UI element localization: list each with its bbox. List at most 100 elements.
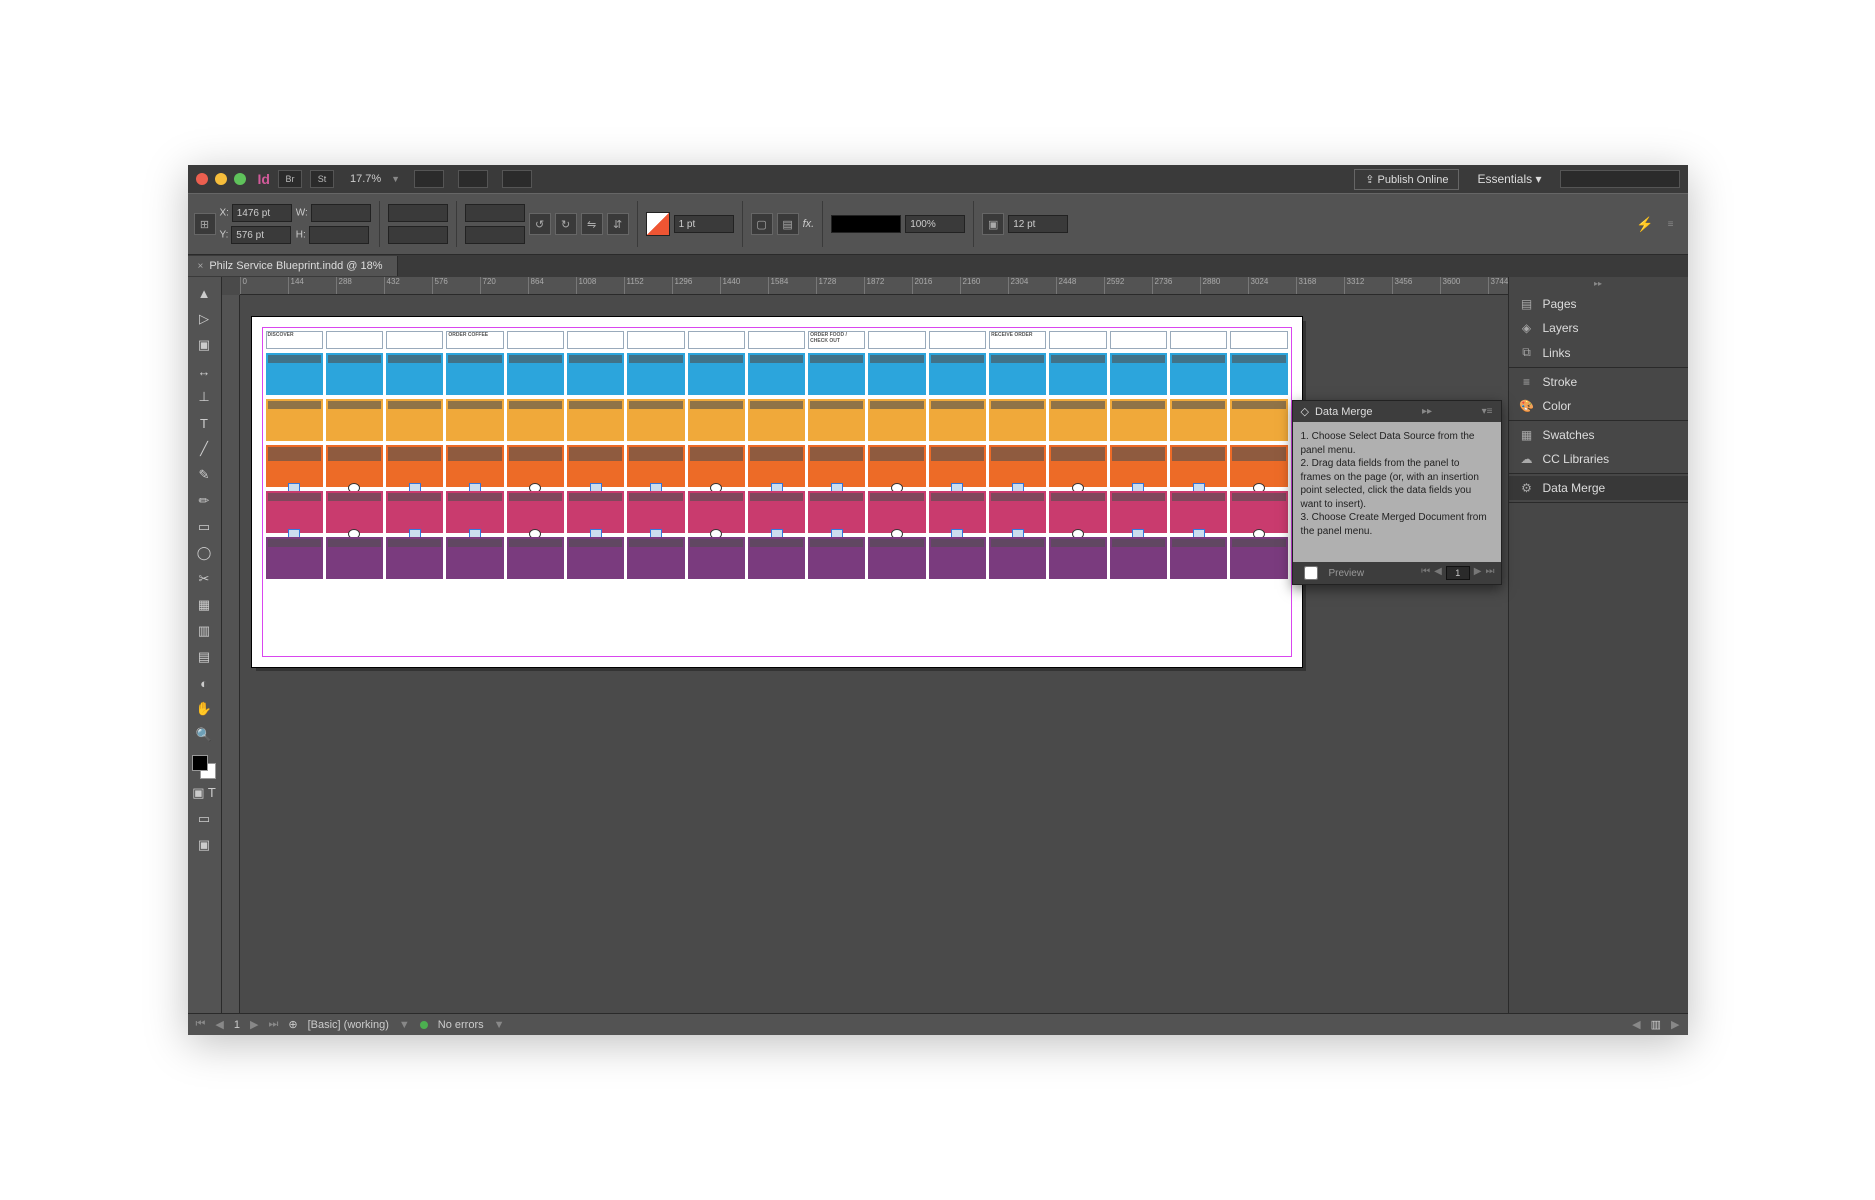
data-merge-panel[interactable]: ◇ Data Merge ▸▸ ▾≡ 1. Choose Select Data…	[1292, 400, 1502, 585]
scroll-left-icon[interactable]: ◀	[1632, 1018, 1640, 1031]
blueprint-card[interactable]	[808, 445, 865, 487]
links-panel-tab[interactable]: ⧉Links	[1509, 340, 1688, 365]
flip-v-icon[interactable]: ⇵	[607, 213, 629, 235]
page-number-input[interactable]	[1446, 566, 1470, 580]
blueprint-card[interactable]	[446, 353, 503, 395]
fill-swatch[interactable]	[646, 212, 670, 236]
scale-x-input[interactable]	[388, 204, 448, 222]
stage-header[interactable]	[868, 331, 925, 349]
blueprint-card[interactable]	[989, 445, 1046, 487]
panel-collapse-icon[interactable]: ▸▸	[1422, 406, 1432, 417]
blueprint-card[interactable]	[688, 353, 745, 395]
blueprint-card[interactable]	[627, 399, 684, 441]
blueprint-card[interactable]	[266, 399, 323, 441]
blueprint-card[interactable]	[1230, 537, 1287, 579]
blueprint-card[interactable]	[1170, 399, 1227, 441]
stage-header[interactable]: ORDER COFFEE	[446, 331, 503, 349]
data-merge-panel-tab[interactable]: ⚙Data Merge	[1509, 476, 1688, 500]
blueprint-card[interactable]	[929, 353, 986, 395]
prev-spread-icon[interactable]: ◀	[215, 1018, 223, 1031]
blueprint-card[interactable]	[567, 537, 624, 579]
blueprint-card[interactable]	[326, 445, 383, 487]
panel-grip-icon[interactable]: ◇	[1301, 405, 1309, 418]
eyedropper-tool[interactable]: ◐	[191, 671, 217, 695]
blueprint-card[interactable]	[748, 537, 805, 579]
blueprint-card[interactable]	[627, 491, 684, 533]
w-input[interactable]	[311, 204, 371, 222]
blueprint-card[interactable]	[989, 537, 1046, 579]
gap-input[interactable]	[1008, 215, 1068, 233]
stage-header[interactable]	[386, 331, 443, 349]
blueprint-card[interactable]	[1230, 399, 1287, 441]
quick-apply-icon[interactable]: ⚡	[1636, 216, 1663, 233]
close-tab-icon[interactable]: ×	[198, 261, 204, 272]
pen-tool[interactable]: ✎	[191, 463, 217, 487]
blueprint-card[interactable]	[266, 353, 323, 395]
preflight-label[interactable]: No errors	[438, 1019, 484, 1031]
opacity-input[interactable]	[905, 215, 965, 233]
free-transform-tool[interactable]: ▦	[191, 593, 217, 617]
workspace-switcher[interactable]: Essentials ▾	[1477, 172, 1541, 186]
blueprint-card[interactable]	[1170, 445, 1227, 487]
blueprint-card[interactable]	[266, 445, 323, 487]
color-panel-tab[interactable]: 🎨Color	[1509, 394, 1688, 418]
screen-mode-icon[interactable]: ▣	[191, 833, 217, 857]
blueprint-card[interactable]	[929, 491, 986, 533]
panel-header[interactable]: ◇ Data Merge ▸▸ ▾≡	[1293, 401, 1501, 422]
blueprint-card[interactable]	[929, 445, 986, 487]
flip-h-icon[interactable]: ⇋	[581, 213, 603, 235]
minimize-icon[interactable]	[215, 173, 227, 185]
blueprint-card[interactable]	[1170, 491, 1227, 533]
blueprint-card[interactable]	[1049, 537, 1106, 579]
blueprint-card[interactable]	[808, 399, 865, 441]
blueprint-card[interactable]	[688, 445, 745, 487]
blueprint-card[interactable]	[1049, 353, 1106, 395]
blueprint-card[interactable]	[929, 537, 986, 579]
stroke-weight-input[interactable]	[674, 215, 734, 233]
stage-header[interactable]: DISCOVER	[266, 331, 323, 349]
gap-tool[interactable]: ↔	[191, 359, 217, 383]
rotate-input[interactable]	[465, 204, 525, 222]
blueprint-card[interactable]	[1049, 399, 1106, 441]
blueprint-card[interactable]	[688, 399, 745, 441]
maximize-icon[interactable]	[234, 173, 246, 185]
view-split-icon[interactable]: ▥	[1651, 1018, 1661, 1031]
blueprint-card[interactable]	[1110, 537, 1167, 579]
blueprint-card[interactable]	[868, 399, 925, 441]
layers-panel-tab[interactable]: ◈Layers	[1509, 316, 1688, 340]
blueprint-card[interactable]	[627, 537, 684, 579]
last-spread-icon[interactable]: ⏭	[268, 1018, 278, 1031]
object-style-indicator[interactable]: [Basic] (working)	[308, 1019, 389, 1031]
pages-panel-tab[interactable]: ▤Pages	[1509, 292, 1688, 316]
blueprint-card[interactable]	[627, 353, 684, 395]
stock-button[interactable]: St	[310, 170, 334, 188]
scale-y-input[interactable]	[388, 226, 448, 244]
blueprint-card[interactable]	[326, 353, 383, 395]
page-indicator[interactable]: 1	[234, 1019, 240, 1031]
scroll-right-icon[interactable]: ▶	[1671, 1018, 1679, 1031]
blueprint-card[interactable]	[748, 353, 805, 395]
blueprint-card[interactable]	[1049, 491, 1106, 533]
stage-header[interactable]	[1230, 331, 1287, 349]
last-page-icon[interactable]: ⏭	[1486, 566, 1495, 580]
selection-tool[interactable]: ▲	[191, 281, 217, 305]
blueprint-card[interactable]	[266, 491, 323, 533]
blueprint-card[interactable]	[808, 353, 865, 395]
type-tool[interactable]: T	[191, 411, 217, 435]
stage-header[interactable]	[1110, 331, 1167, 349]
blueprint-card[interactable]	[868, 445, 925, 487]
pencil-tool[interactable]: ✏	[191, 489, 217, 513]
blueprint-card[interactable]	[266, 537, 323, 579]
blueprint-card[interactable]	[567, 445, 624, 487]
control-menu-icon[interactable]: ≡	[1668, 219, 1682, 230]
blueprint-card[interactable]	[688, 537, 745, 579]
blueprint-card[interactable]	[1230, 491, 1287, 533]
stroke-panel-tab[interactable]: ≡Stroke	[1509, 370, 1688, 394]
blueprint-card[interactable]	[808, 491, 865, 533]
panel-menu-icon[interactable]: ▾≡	[1482, 406, 1493, 417]
first-spread-icon[interactable]: ⏮	[196, 1018, 206, 1031]
next-page-icon[interactable]: ▶	[1474, 566, 1482, 580]
close-icon[interactable]	[196, 173, 208, 185]
blueprint-card[interactable]	[326, 537, 383, 579]
chevron-down-icon[interactable]: ▼	[391, 174, 400, 184]
